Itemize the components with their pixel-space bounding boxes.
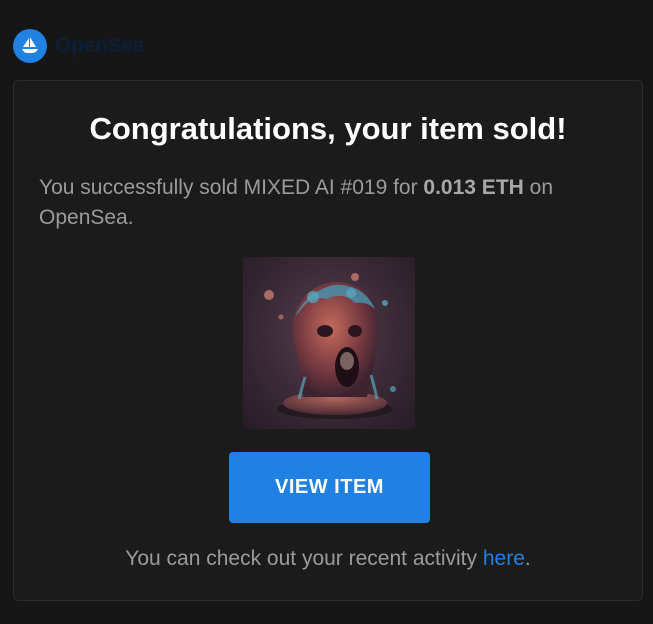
page-title: Congratulations, your item sold! [89, 111, 567, 146]
view-item-button[interactable]: VIEW ITEM [229, 452, 430, 523]
screaming-sculpture-icon [264, 273, 396, 419]
footer-suffix: . [524, 547, 531, 570]
footer-prefix: You can check out your recent activity [125, 547, 483, 570]
activity-note: You can check out your recent activity h… [14, 547, 642, 571]
message-prefix: You successfully sold MIXED AI #019 for [39, 176, 424, 199]
email-page: OpenSea Congratulations, your item sold!… [0, 0, 653, 624]
sale-card: Congratulations, your item sold! You suc… [13, 80, 643, 601]
header: OpenSea [13, 29, 144, 63]
sale-message: You successfully sold MIXED AI #019 for … [39, 173, 629, 233]
logo-text: OpenSea [55, 34, 144, 57]
activity-link[interactable]: here [483, 547, 525, 570]
nft-image[interactable] [243, 257, 415, 429]
boat-icon [22, 37, 38, 53]
opensea-logo-icon [13, 29, 47, 63]
sale-price: 0.013 ETH [423, 176, 524, 199]
